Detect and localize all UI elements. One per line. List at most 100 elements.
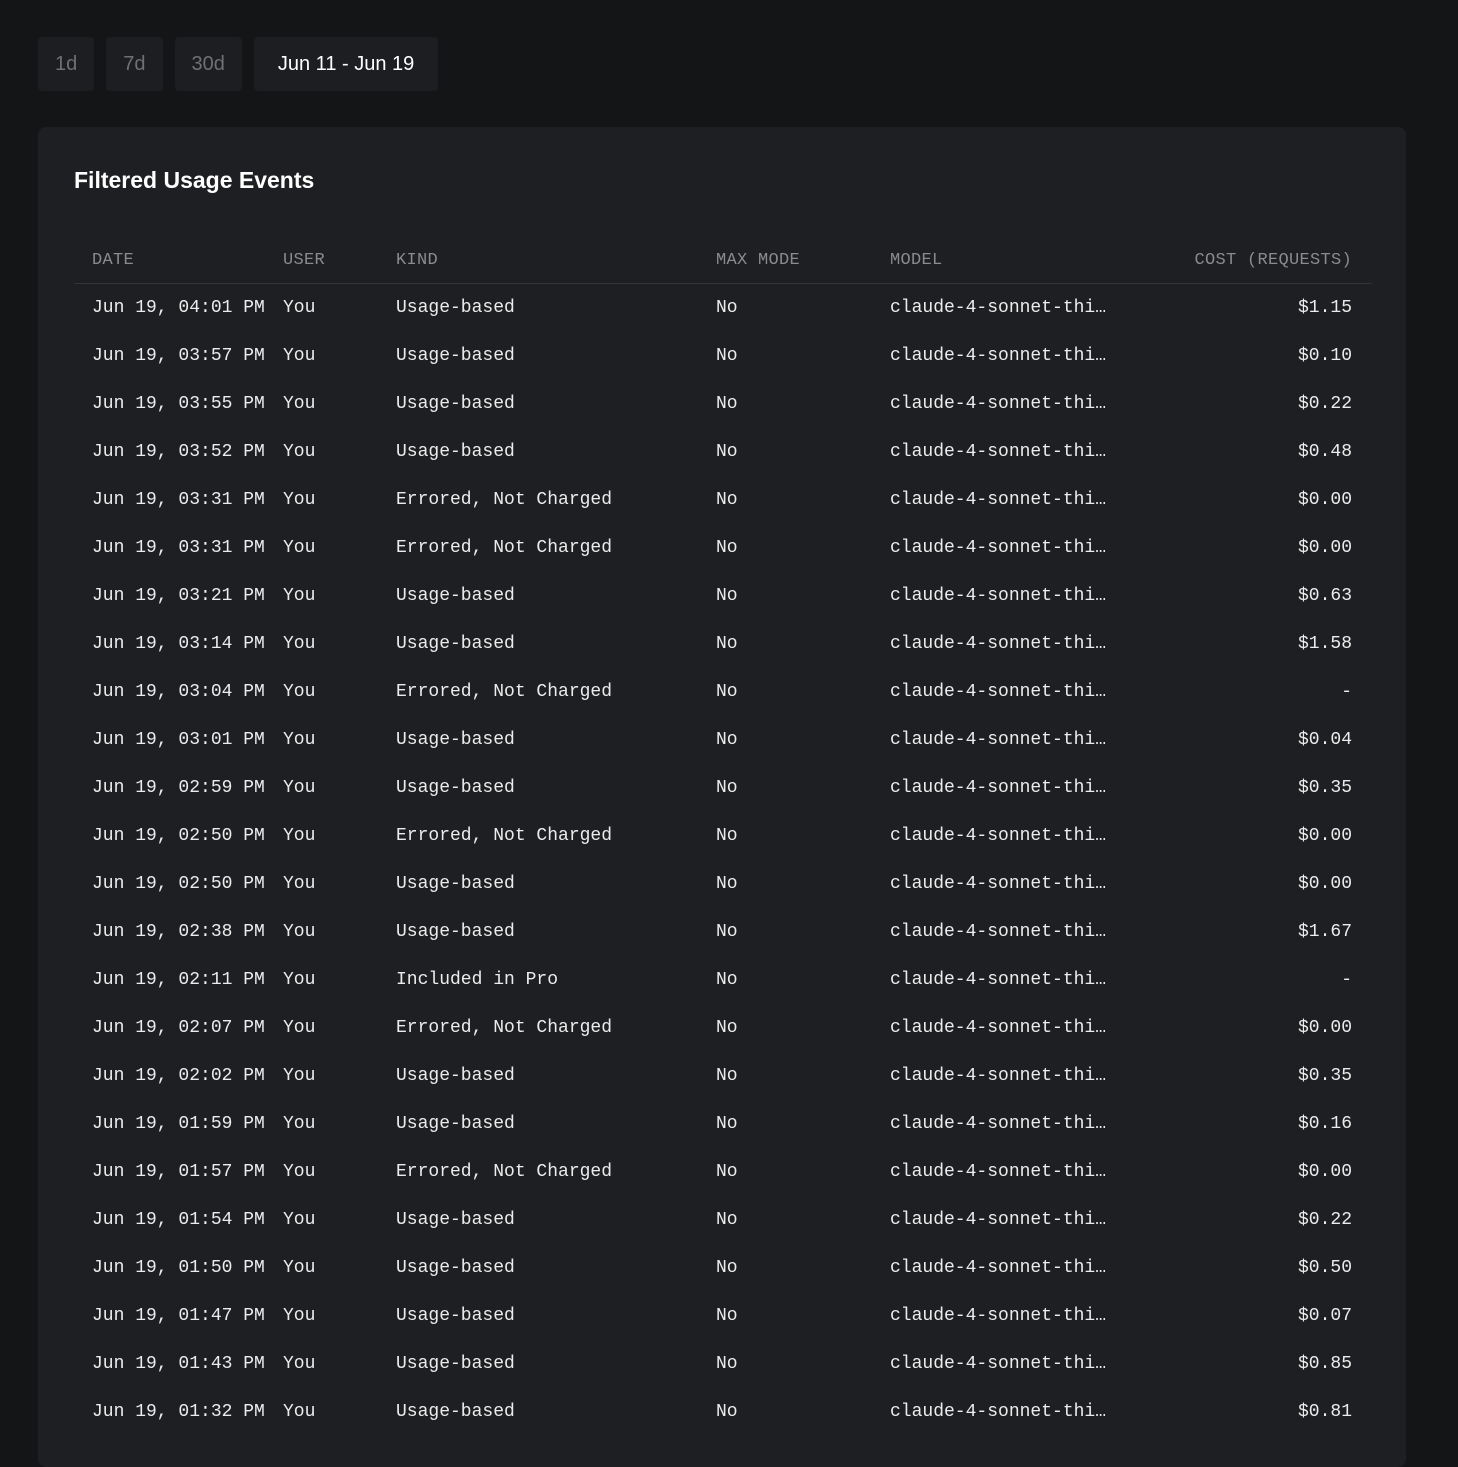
cell-kind: Usage-based [396,1066,515,1086]
table-row[interactable]: Jun 19, 02:50 PM You Errored, Not Charged N… [74,812,1372,860]
table-row[interactable]: Jun 19, 03:55 PM You Usage-based No claude-4… [74,380,1372,428]
cell-kind: Usage-based [396,922,515,942]
cell-model: claude-4-sonnet-thi… [890,1148,1140,1196]
cell-user: You [283,1162,316,1182]
cell-user: You [283,1114,316,1134]
range-30d-button[interactable]: 30d [174,37,242,91]
cell-cost: $0.00 [1297,874,1352,894]
model-name: claude-4-sonnet-thi… [890,1401,1107,1422]
column-header-cost[interactable]: COST (REQUESTS) [1140,237,1372,284]
table-row[interactable]: Jun 19, 03:14 PM You Usage-based No claude-4… [74,620,1372,668]
table-row[interactable]: Jun 19, 03:31 PM You Errored, Not Charged N… [74,524,1372,572]
cell-date: Jun 19, 03:04 PM [92,682,265,702]
cell-user: You [283,922,316,942]
cell-user: You [283,538,316,558]
cell-model: claude-4-sonnet-thi… [890,1292,1140,1340]
cell-date: Jun 19, 02:38 PM [92,922,265,942]
cell-max-mode: No [716,1258,738,1278]
cell-user: You [283,778,316,798]
table-row[interactable]: Jun 19, 03:31 PM You Errored, Not Charged N… [74,476,1372,524]
table-row[interactable]: Jun 19, 01:47 PM You Usage-based No claude-4… [74,1292,1372,1340]
cell-max-mode: No [716,826,738,846]
cell-model: claude-4-sonnet-thi… [890,1100,1140,1148]
cell-max-mode: No [716,538,738,558]
cell-model: claude-4-sonnet-thi… [890,908,1140,956]
table-row[interactable]: Jun 19, 03:57 PM You Usage-based No claude-4… [74,332,1372,380]
cell-cost: $0.00 [1297,826,1352,846]
model-name: claude-4-sonnet-thi… [890,873,1107,894]
cell-kind: Usage-based [396,634,515,654]
cell-date: Jun 19, 03:31 PM [92,490,265,510]
cell-model: claude-4-sonnet-thi… [890,1340,1140,1388]
cell-date: Jun 19, 02:59 PM [92,778,265,798]
custom-date-range-button[interactable]: Jun 11 - Jun 19 [253,37,439,91]
cell-kind: Usage-based [396,442,515,462]
cell-cost: $0.81 [1297,1402,1352,1422]
table-row[interactable]: Jun 19, 01:59 PM You Usage-based No claude-4… [74,1100,1372,1148]
cell-max-mode: No [716,682,738,702]
table-row[interactable]: Jun 19, 02:07 PM You Errored, Not Charged N… [74,1004,1372,1052]
cell-date: Jun 19, 02:50 PM [92,826,265,846]
range-1d-button[interactable]: 1d [38,37,95,91]
table-header: DATE USER KIND MAX MODE MODEL COST (REQU… [74,237,1372,284]
cell-user: You [283,826,316,846]
cell-user: You [283,1210,316,1230]
cell-model: claude-4-sonnet-thi… [890,812,1140,860]
model-name: claude-4-sonnet-thi… [890,537,1107,558]
cell-model: claude-4-sonnet-thi… [890,620,1140,668]
table-row[interactable]: Jun 19, 03:04 PM You Errored, Not Charged N… [74,668,1372,716]
model-name: claude-4-sonnet-thi… [890,969,1107,990]
column-header-date[interactable]: DATE [74,237,283,284]
cell-max-mode: No [716,874,738,894]
table-row[interactable]: Jun 19, 01:57 PM You Errored, Not Charged N… [74,1148,1372,1196]
table-row[interactable]: Jun 19, 02:38 PM You Usage-based No claude-4… [74,908,1372,956]
cell-date: Jun 19, 03:52 PM [92,442,265,462]
cell-model: claude-4-sonnet-thi… [890,428,1140,476]
cell-kind: Errored, Not Charged [396,490,613,510]
cell-user: You [283,1066,316,1086]
cell-date: Jun 19, 03:55 PM [92,394,265,414]
cell-user: You [283,1306,316,1326]
table-row[interactable]: Jun 19, 01:50 PM You Usage-based No claude-4… [74,1244,1372,1292]
cell-cost: $1.15 [1297,298,1352,318]
column-header-max-mode[interactable]: MAX MODE [716,237,890,284]
table-row[interactable]: Jun 19, 03:52 PM You Usage-based No claude-4… [74,428,1372,476]
model-name: claude-4-sonnet-thi… [890,729,1107,750]
table-row[interactable]: Jun 19, 02:02 PM You Usage-based No claude-4… [74,1052,1372,1100]
cell-max-mode: No [716,1162,738,1182]
table-row[interactable]: Jun 19, 01:54 PM You Usage-based No claude-4… [74,1196,1372,1244]
cell-date: Jun 19, 01:59 PM [92,1114,265,1134]
table-row[interactable]: Jun 19, 03:01 PM You Usage-based No claude-4… [74,716,1372,764]
cell-kind: Usage-based [396,1210,515,1230]
cell-max-mode: No [716,1402,738,1422]
range-7d-button[interactable]: 7d [106,37,163,91]
table-row[interactable]: Jun 19, 02:50 PM You Usage-based No claude-4… [74,860,1372,908]
cell-kind: Usage-based [396,1258,515,1278]
cell-user: You [283,634,316,654]
cell-kind: Errored, Not Charged [396,1018,613,1038]
table-header-row: DATE USER KIND MAX MODE MODEL COST (REQU… [74,237,1372,284]
cell-kind: Errored, Not Charged [396,1162,613,1182]
cell-model: claude-4-sonnet-thi… [890,764,1140,812]
cell-date: Jun 19, 03:57 PM [92,346,265,366]
cell-date: Jun 19, 03:31 PM [92,538,265,558]
table-row[interactable]: Jun 19, 02:11 PM You Included in Pro No clau… [74,956,1372,1004]
cell-kind: Errored, Not Charged [396,538,613,558]
cell-max-mode: No [716,298,738,318]
table-row[interactable]: Jun 19, 01:43 PM You Usage-based No claude-4… [74,1340,1372,1388]
model-name: claude-4-sonnet-thi… [890,825,1107,846]
table-row[interactable]: Jun 19, 03:21 PM You Usage-based No claude-4… [74,572,1372,620]
column-header-model[interactable]: MODEL [890,237,1140,284]
cell-cost: $0.85 [1297,1354,1352,1374]
cell-user: You [283,1018,316,1038]
column-header-kind[interactable]: KIND [396,237,716,284]
cell-kind: Included in Pro [396,970,559,990]
cell-date: Jun 19, 02:11 PM [92,970,265,990]
cell-kind: Usage-based [396,874,515,894]
column-header-user[interactable]: USER [283,237,396,284]
table-row[interactable]: Jun 19, 02:59 PM You Usage-based No claude-4… [74,764,1372,812]
model-name: claude-4-sonnet-thi… [890,1017,1107,1038]
table-row[interactable]: Jun 19, 04:01 PM You Usage-based No claude-4… [74,284,1372,333]
table-row[interactable]: Jun 19, 01:32 PM You Usage-based No claude-4… [74,1388,1372,1436]
cell-max-mode: No [716,970,738,990]
